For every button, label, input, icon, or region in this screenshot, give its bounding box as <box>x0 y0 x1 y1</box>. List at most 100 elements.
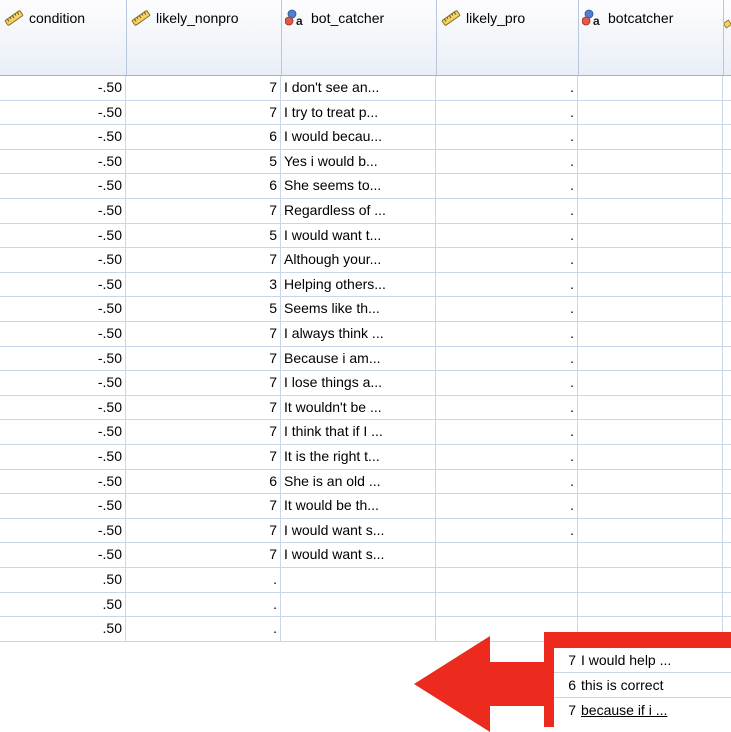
bot-catcher-cell[interactable]: It wouldn't be ... <box>281 395 436 421</box>
condition-cell[interactable]: -.50 <box>0 76 126 101</box>
likely-pro-cell[interactable]: . <box>436 494 578 519</box>
botcatcher-cell[interactable] <box>578 223 723 249</box>
likely-pro-cell[interactable]: . <box>436 420 578 445</box>
bot-catcher-cell[interactable]: It would be th... <box>281 494 436 519</box>
bot-catcher-cell[interactable]: I would want t... <box>281 223 436 249</box>
condition-cell[interactable]: -.50 <box>0 322 126 347</box>
condition-cell[interactable]: -.50 <box>0 371 126 396</box>
condition-cell[interactable]: -.50 <box>0 125 126 150</box>
likely-pro-cell[interactable]: . <box>436 322 578 347</box>
likely-pro-cell[interactable]: 7 <box>554 648 576 672</box>
likely-pro-cell[interactable]: . <box>436 272 578 298</box>
partial-cell[interactable] <box>723 568 731 593</box>
bot-catcher-cell[interactable]: I always think ... <box>281 322 436 347</box>
likely-pro-cell[interactable]: . <box>436 445 578 470</box>
likely-nonpro-cell[interactable]: 5 <box>126 149 281 175</box>
condition-cell[interactable]: .50 <box>0 568 126 593</box>
bot-catcher-cell[interactable] <box>281 568 436 593</box>
likely-nonpro-cell[interactable]: 7 <box>126 100 281 126</box>
condition-cell[interactable]: -.50 <box>0 174 126 199</box>
bot-catcher-cell[interactable]: I don't see an... <box>281 76 436 101</box>
column-header-bot-catcher[interactable]: a bot_catcher <box>282 0 437 75</box>
bot-catcher-cell[interactable]: It is the right t... <box>281 445 436 470</box>
botcatcher-cell[interactable] <box>578 395 723 421</box>
likely-nonpro-cell[interactable]: . <box>126 592 281 618</box>
bot-catcher-cell[interactable]: Because i am... <box>281 346 436 372</box>
likely-nonpro-cell[interactable]: 7 <box>126 371 281 396</box>
botcatcher-cell[interactable] <box>578 346 723 372</box>
likely-pro-cell[interactable]: . <box>436 248 578 273</box>
partial-cell[interactable] <box>723 248 731 273</box>
likely-nonpro-cell[interactable]: 6 <box>126 174 281 199</box>
likely-nonpro-cell[interactable]: 7 <box>126 518 281 544</box>
partial-cell[interactable] <box>723 297 731 322</box>
botcatcher-cell[interactable] <box>578 568 723 593</box>
bot-catcher-cell[interactable]: I think that if I ... <box>281 420 436 445</box>
botcatcher-cell[interactable] <box>578 149 723 175</box>
likely-pro-cell[interactable]: . <box>436 125 578 150</box>
partial-cell[interactable] <box>723 396 731 421</box>
condition-cell[interactable]: -.50 <box>0 248 126 273</box>
partial-cell[interactable] <box>723 273 731 298</box>
partial-cell[interactable] <box>723 224 731 249</box>
condition-cell[interactable]: -.50 <box>0 445 126 470</box>
likely-pro-cell[interactable]: . <box>436 395 578 421</box>
partial-cell[interactable] <box>723 347 731 372</box>
condition-cell[interactable]: -.50 <box>0 518 126 544</box>
likely-nonpro-cell[interactable]: 7 <box>126 494 281 519</box>
likely-nonpro-cell[interactable]: 7 <box>126 543 281 568</box>
likely-nonpro-cell[interactable]: 3 <box>126 272 281 298</box>
condition-cell[interactable]: -.50 <box>0 543 126 568</box>
condition-cell[interactable]: -.50 <box>0 199 126 224</box>
bot-catcher-cell[interactable]: Yes i would b... <box>281 149 436 175</box>
botcatcher-cell[interactable] <box>578 420 723 445</box>
bot-catcher-cell[interactable]: I would becau... <box>281 125 436 150</box>
likely-nonpro-cell[interactable]: 7 <box>126 346 281 372</box>
botcatcher-cell[interactable]: because if i ... <box>581 698 667 722</box>
column-header-likely-pro[interactable]: likely_pro <box>437 0 579 75</box>
condition-cell[interactable]: -.50 <box>0 346 126 372</box>
botcatcher-cell[interactable]: I would help ... <box>581 648 671 672</box>
partial-cell[interactable] <box>723 543 731 568</box>
partial-cell[interactable] <box>723 322 731 347</box>
likely-nonpro-cell[interactable]: 7 <box>126 76 281 101</box>
likely-pro-cell[interactable]: . <box>436 174 578 199</box>
botcatcher-cell[interactable] <box>578 371 723 396</box>
condition-cell[interactable]: -.50 <box>0 297 126 322</box>
likely-nonpro-cell[interactable]: 6 <box>126 125 281 150</box>
condition-cell[interactable]: .50 <box>0 617 126 642</box>
likely-nonpro-cell[interactable]: 7 <box>126 322 281 347</box>
botcatcher-cell[interactable]: this is correct <box>581 673 663 697</box>
partial-cell[interactable] <box>723 174 731 199</box>
likely-nonpro-cell[interactable]: . <box>126 617 281 642</box>
likely-nonpro-cell[interactable]: 5 <box>126 297 281 322</box>
bot-catcher-cell[interactable]: Helping others... <box>281 272 436 298</box>
condition-cell[interactable]: -.50 <box>0 395 126 421</box>
bot-catcher-cell[interactable]: Seems like th... <box>281 297 436 322</box>
botcatcher-cell[interactable] <box>578 174 723 199</box>
likely-pro-cell[interactable]: 6 <box>554 673 576 697</box>
likely-pro-cell[interactable] <box>436 543 578 568</box>
likely-pro-cell[interactable]: . <box>436 223 578 249</box>
condition-cell[interactable]: -.50 <box>0 100 126 126</box>
likely-pro-cell[interactable] <box>436 592 578 618</box>
column-header-partial[interactable] <box>724 0 731 75</box>
likely-pro-cell[interactable]: . <box>436 346 578 372</box>
botcatcher-cell[interactable] <box>578 518 723 544</box>
partial-cell[interactable] <box>723 470 731 495</box>
likely-pro-cell[interactable]: . <box>436 76 578 101</box>
partial-cell[interactable] <box>723 420 731 445</box>
likely-nonpro-cell[interactable]: . <box>126 568 281 593</box>
botcatcher-cell[interactable] <box>578 322 723 347</box>
likely-nonpro-cell[interactable]: 7 <box>126 445 281 470</box>
column-header-condition[interactable]: condition <box>0 0 127 75</box>
botcatcher-cell[interactable] <box>578 248 723 273</box>
partial-cell[interactable] <box>723 125 731 150</box>
partial-cell[interactable] <box>723 101 731 126</box>
botcatcher-cell[interactable] <box>578 76 723 101</box>
likely-nonpro-cell[interactable]: 5 <box>126 223 281 249</box>
likely-pro-cell[interactable]: . <box>436 469 578 495</box>
likely-nonpro-cell[interactable]: 7 <box>126 248 281 273</box>
botcatcher-cell[interactable] <box>578 469 723 495</box>
botcatcher-cell[interactable] <box>578 445 723 470</box>
